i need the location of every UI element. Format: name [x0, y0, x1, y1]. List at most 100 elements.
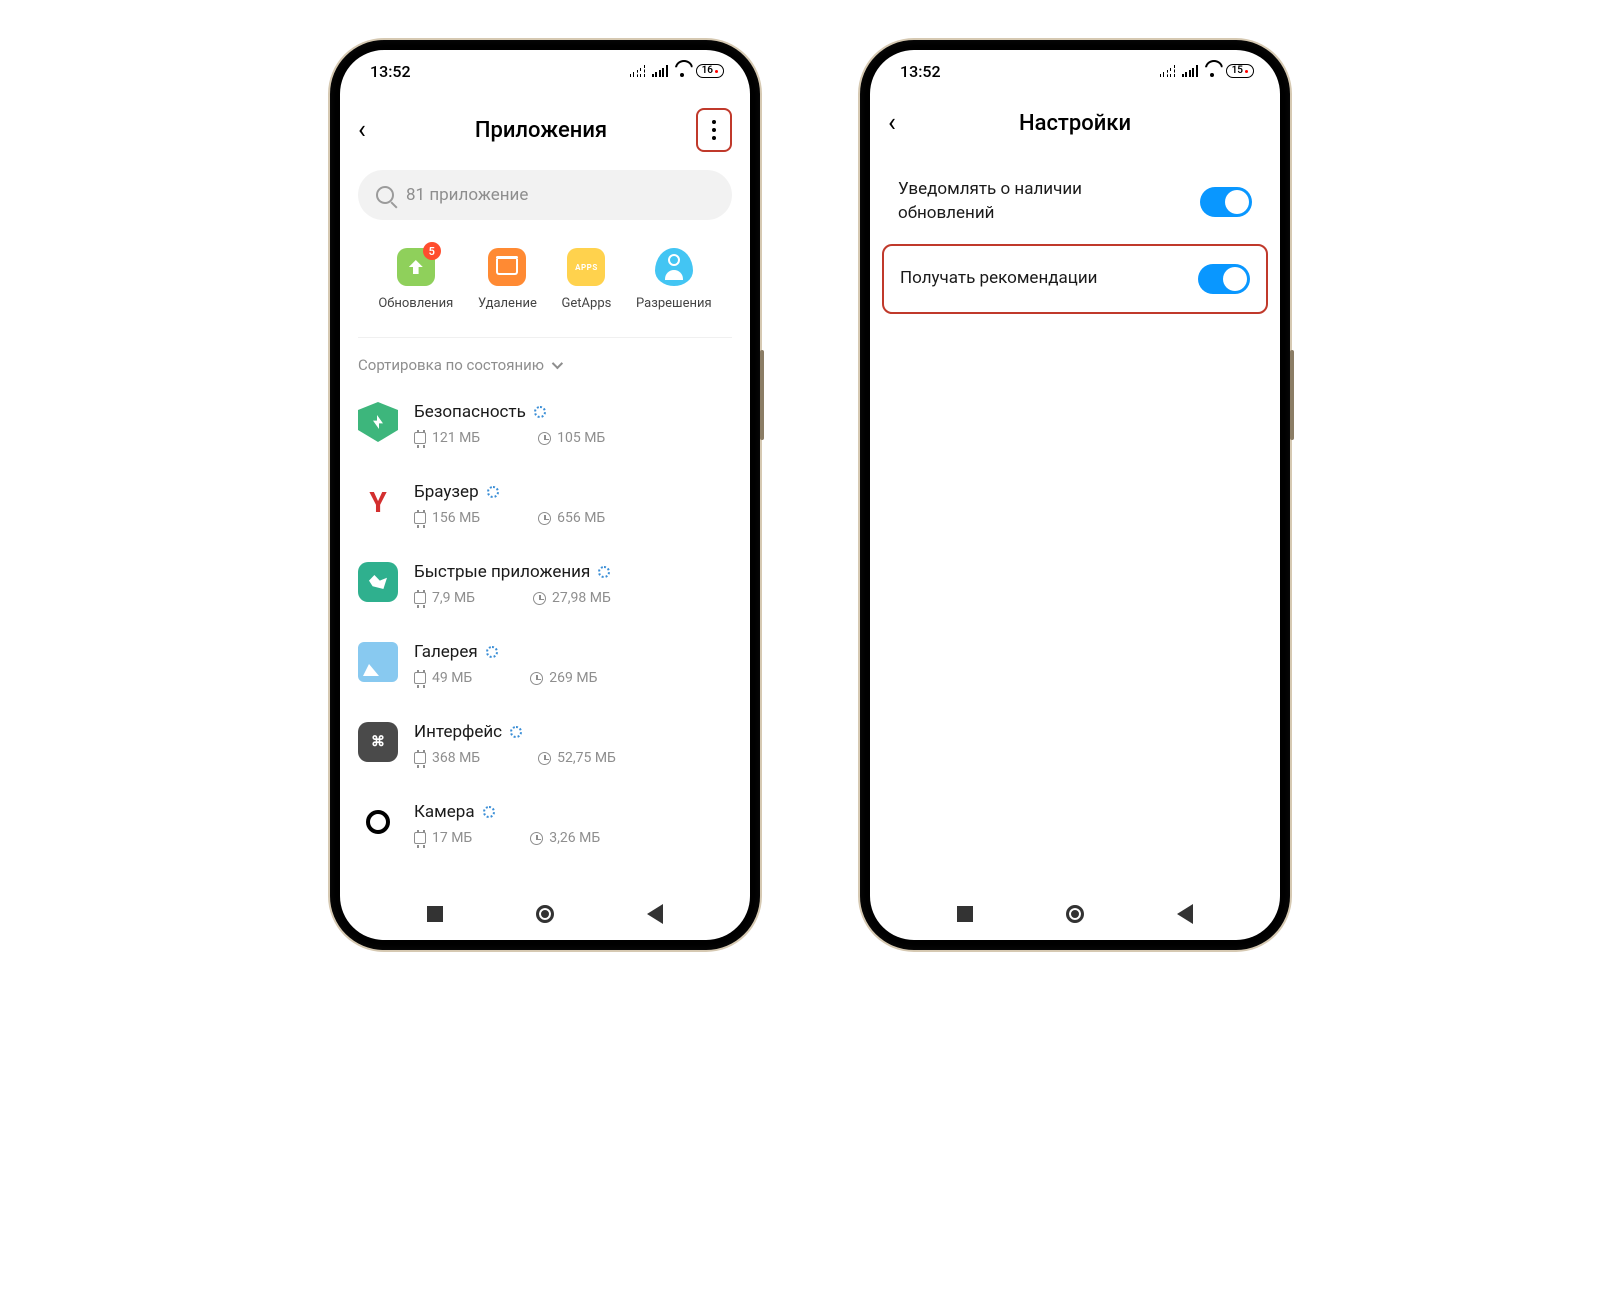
app-usage: 656 МБ — [557, 510, 605, 526]
app-icon-gallery — [358, 642, 398, 682]
app-name: Браузер — [414, 482, 479, 502]
more-menu-button[interactable] — [696, 108, 732, 152]
list-item[interactable]: Y Браузер 156 МБ 656 МБ — [358, 464, 732, 544]
search-input[interactable]: 81 приложение — [358, 170, 732, 220]
app-usage: 3,26 МБ — [549, 830, 600, 846]
clock-icon — [530, 832, 543, 845]
setting-recommendations[interactable]: Получать рекомендации — [890, 246, 1260, 312]
back-button[interactable]: ‹ — [358, 115, 386, 145]
nav-back-button[interactable] — [1177, 904, 1193, 924]
loading-icon — [486, 646, 498, 658]
clock-icon — [538, 512, 551, 525]
nav-recents-button[interactable] — [957, 906, 973, 922]
list-item[interactable]: ⌘ Интерфейс 368 МБ 52,75 МБ — [358, 704, 732, 784]
shortcut-row: 5 Обновления Удаление APPS GetApps Разре… — [358, 234, 732, 338]
shortcut-permissions[interactable]: Разрешения — [636, 248, 712, 311]
storage-icon — [414, 432, 426, 444]
update-badge: 5 — [423, 242, 441, 260]
screen-left: 13:52 16 ‹ Приложения 81 приложение 5 — [340, 50, 750, 940]
app-usage: 52,75 МБ — [557, 750, 616, 766]
clock-icon — [533, 592, 546, 605]
wifi-icon — [1204, 65, 1220, 77]
app-storage: 156 МБ — [432, 510, 480, 526]
app-usage: 269 МБ — [549, 670, 597, 686]
nav-home-button[interactable] — [1066, 905, 1084, 923]
signal-secondary-icon — [630, 65, 646, 77]
list-item[interactable]: Камера 17 МБ 3,26 МБ — [358, 784, 732, 864]
battery-indicator: 15 — [1226, 64, 1254, 78]
more-icon — [712, 120, 716, 140]
storage-icon — [414, 752, 426, 764]
shortcut-getapps[interactable]: APPS GetApps — [562, 248, 612, 311]
signal-icon — [652, 65, 668, 77]
setting-label: Уведомлять о наличии обновлений — [898, 178, 1138, 226]
toggle-switch[interactable] — [1198, 264, 1250, 294]
app-storage: 7,9 МБ — [432, 590, 475, 606]
list-item[interactable]: Безопасность 121 МБ 105 МБ — [358, 384, 732, 464]
loading-icon — [487, 486, 499, 498]
clock-icon — [538, 752, 551, 765]
search-placeholder: 81 приложение — [406, 185, 528, 205]
loading-icon — [510, 726, 522, 738]
app-name: Безопасность — [414, 402, 526, 422]
signal-secondary-icon — [1160, 65, 1176, 77]
shortcut-label: Удаление — [478, 296, 537, 311]
sort-label: Сортировка по состоянию — [358, 356, 544, 374]
setting-notify-updates[interactable]: Уведомлять о наличии обновлений — [888, 160, 1262, 244]
signal-icon — [1182, 65, 1198, 77]
wifi-icon — [674, 65, 690, 77]
app-body: Безопасность 121 МБ 105 МБ — [414, 402, 732, 446]
storage-icon — [414, 832, 426, 844]
page-title: Настройки — [916, 111, 1234, 136]
app-usage: 27,98 МБ — [552, 590, 611, 606]
app-name: Интерфейс — [414, 722, 502, 742]
app-storage: 17 МБ — [432, 830, 472, 846]
permissions-icon — [655, 248, 693, 286]
status-bar: 13:52 16 — [340, 50, 750, 92]
clock-icon — [538, 432, 551, 445]
app-usage: 105 МБ — [557, 430, 605, 446]
app-icon-quickapps — [358, 562, 398, 602]
app-header: ‹ Приложения — [340, 92, 750, 164]
clock-icon — [530, 672, 543, 685]
shortcut-updates[interactable]: 5 Обновления — [378, 248, 453, 311]
phone-right: 13:52 15 ‹ Настройки Уведомлять о наличи… — [860, 40, 1290, 950]
list-item[interactable]: Быстрые приложения 7,9 МБ 27,98 МБ — [358, 544, 732, 624]
search-icon — [376, 186, 394, 204]
status-indicators: 16 — [630, 64, 724, 78]
app-header: ‹ Настройки — [870, 92, 1280, 150]
sort-dropdown[interactable]: Сортировка по состоянию — [340, 338, 750, 384]
list-item[interactable]: Галерея 49 МБ 269 МБ — [358, 624, 732, 704]
page-title: Приложения — [386, 118, 696, 143]
app-icon-browser: Y — [358, 482, 398, 522]
app-name: Быстрые приложения — [414, 562, 590, 582]
settings-list: Уведомлять о наличии обновлений Получать… — [870, 150, 1280, 324]
status-time: 13:52 — [900, 62, 941, 81]
nav-home-button[interactable] — [536, 905, 554, 923]
loading-icon — [534, 406, 546, 418]
app-storage: 368 МБ — [432, 750, 480, 766]
status-bar: 13:52 15 — [870, 50, 1280, 92]
shortcut-label: GetApps — [562, 296, 612, 311]
status-indicators: 15 — [1160, 64, 1254, 78]
getapps-icon: APPS — [567, 248, 605, 286]
trash-icon — [488, 248, 526, 286]
nav-back-button[interactable] — [647, 904, 663, 924]
storage-icon — [414, 672, 426, 684]
setting-label: Получать рекомендации — [900, 267, 1097, 291]
toggle-switch[interactable] — [1200, 187, 1252, 217]
loading-icon — [598, 566, 610, 578]
app-list: Безопасность 121 МБ 105 МБ Y Браузер 156… — [340, 384, 750, 864]
shortcut-label: Обновления — [378, 296, 453, 311]
back-button[interactable]: ‹ — [888, 108, 916, 138]
app-icon-interface: ⌘ — [358, 722, 398, 762]
app-icon-camera — [358, 802, 398, 842]
app-storage: 121 МБ — [432, 430, 480, 446]
shortcut-delete[interactable]: Удаление — [478, 248, 537, 311]
battery-indicator: 16 — [696, 64, 724, 78]
loading-icon — [483, 806, 495, 818]
phone-left: 13:52 16 ‹ Приложения 81 приложение 5 — [330, 40, 760, 950]
storage-icon — [414, 592, 426, 604]
app-name: Камера — [414, 802, 475, 822]
nav-recents-button[interactable] — [427, 906, 443, 922]
